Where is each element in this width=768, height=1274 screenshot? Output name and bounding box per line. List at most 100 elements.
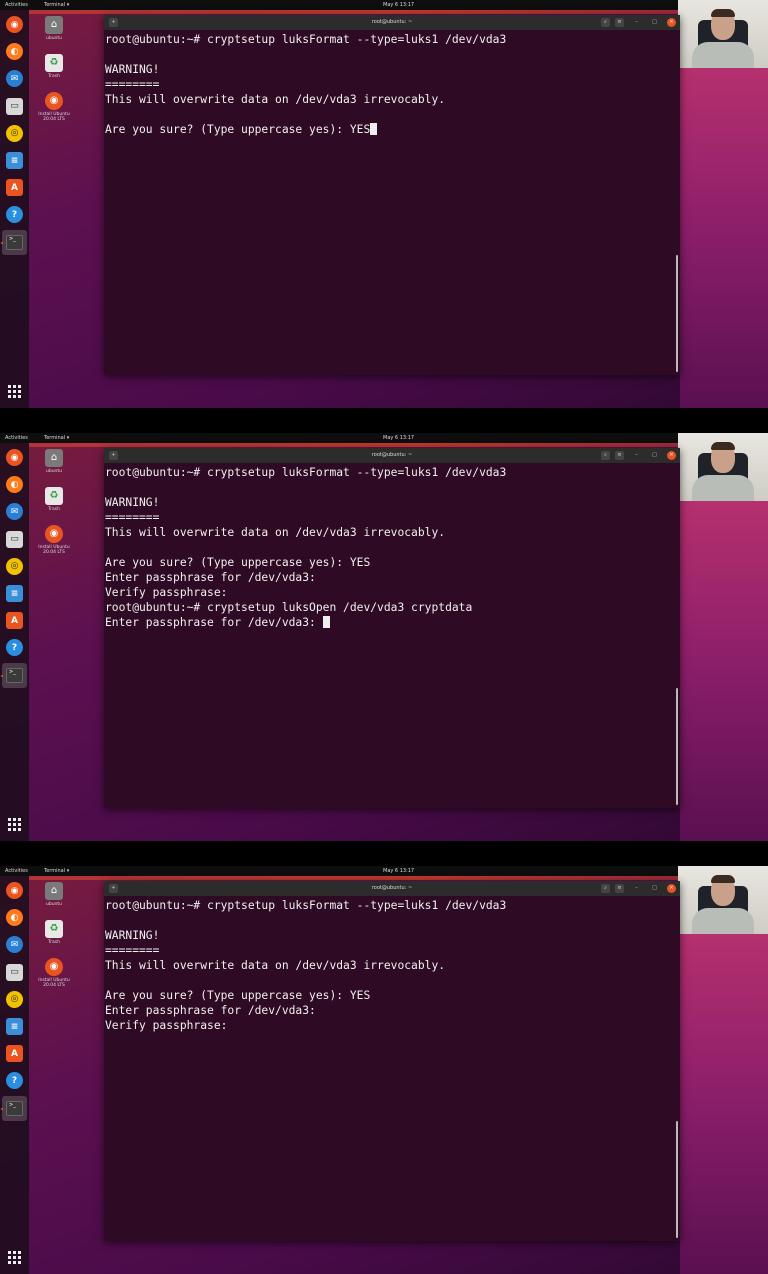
- desktop-icon-trash[interactable]: ♻ Trash: [34, 54, 74, 79]
- trash-icon: ♻: [45, 920, 63, 938]
- desktop-icon-install[interactable]: ◉ Install Ubuntu 20.04 LTS: [34, 958, 74, 988]
- desktop-icon-trash[interactable]: ♻ Trash: [34, 920, 74, 945]
- desktop-icon-install[interactable]: ◉ Install Ubuntu 20.04 LTS: [34, 92, 74, 122]
- files-icon[interactable]: ▭: [6, 530, 23, 548]
- maximize-icon[interactable]: □: [650, 451, 659, 460]
- libreoffice-writer-icon[interactable]: ≡: [6, 1018, 23, 1035]
- webcam-overlay: [678, 0, 768, 68]
- terminal-line: Enter passphrase for /dev/vda3:: [105, 570, 680, 585]
- terminal-scrollbar[interactable]: [676, 255, 678, 372]
- clock[interactable]: May 6 13:17: [383, 0, 414, 10]
- thunderbird-icon[interactable]: ✉: [6, 70, 23, 88]
- terminal-titlebar[interactable]: + root@ubuntu: ~ ⌕ ≡ – □ ×: [104, 881, 680, 896]
- desktop-icon-ubuntu[interactable]: ⌂ ubuntu: [34, 882, 74, 907]
- ubuntu-software-icon[interactable]: ◉: [6, 16, 23, 33]
- terminal-icon[interactable]: >_: [2, 229, 27, 255]
- activities-button[interactable]: Activities: [5, 433, 28, 443]
- app-center-icon[interactable]: A: [6, 1045, 23, 1063]
- terminal-line: ​: [105, 913, 680, 928]
- webcam-person-body: [692, 475, 754, 501]
- grid-dot: [18, 818, 21, 821]
- help-icon[interactable]: ?: [6, 206, 23, 224]
- terminal-line-text: Verify passphrase:: [105, 586, 228, 599]
- close-icon[interactable]: ×: [667, 451, 676, 460]
- maximize-icon[interactable]: □: [650, 884, 659, 893]
- terminal-titlebar[interactable]: + root@ubuntu: ~ ⌕ ≡ – □ ×: [104, 15, 680, 30]
- show-applications-icon[interactable]: [8, 385, 21, 398]
- search-icon[interactable]: ⌕: [601, 18, 610, 27]
- terminal-output[interactable]: root@ubuntu:~# cryptsetup luksFormat --t…: [104, 30, 680, 137]
- activities-button[interactable]: Activities: [5, 0, 28, 10]
- search-icon[interactable]: ⌕: [601, 884, 610, 893]
- help-icon[interactable]: ?: [6, 1072, 23, 1090]
- files-icon[interactable]: ▭: [6, 963, 23, 981]
- files-icon[interactable]: ▭: [6, 97, 23, 115]
- desktop-icon-install[interactable]: ◉ Install Ubuntu 20.04 LTS: [34, 525, 74, 555]
- close-icon[interactable]: ×: [667, 18, 676, 27]
- terminal-line: root@ubuntu:~# cryptsetup luksFormat --t…: [105, 898, 680, 913]
- terminal-line: Verify passphrase:: [105, 585, 680, 600]
- app-center-icon[interactable]: A: [6, 179, 23, 197]
- thunderbird-icon[interactable]: ✉: [6, 503, 23, 521]
- app-menu-terminal[interactable]: Terminal ▾: [44, 866, 69, 876]
- ubuntu-software-icon[interactable]: ◉: [6, 449, 23, 466]
- desktop-icon-ubuntu[interactable]: ⌂ ubuntu: [34, 16, 74, 41]
- activities-button[interactable]: Activities: [5, 866, 28, 876]
- minimize-icon[interactable]: –: [632, 451, 641, 460]
- terminal-line: root@ubuntu:~# cryptsetup luksOpen /dev/…: [105, 600, 680, 615]
- libreoffice-writer-icon[interactable]: ≡: [6, 585, 23, 602]
- terminal-line: Are you sure? (Type uppercase yes): YES: [105, 988, 680, 1003]
- menu-icon[interactable]: ≡: [615, 451, 624, 460]
- terminal-window[interactable]: + root@ubuntu: ~ ⌕ ≡ – □ × root@ubuntu:~# crypt…: [104, 881, 680, 1241]
- menu-icon[interactable]: ≡: [615, 884, 624, 893]
- show-applications-icon[interactable]: [8, 1251, 21, 1264]
- webcam-person-hair: [711, 9, 735, 17]
- clock[interactable]: May 6 13:17: [383, 866, 414, 876]
- terminal-output[interactable]: root@ubuntu:~# cryptsetup luksFormat --t…: [104, 896, 680, 1033]
- screen-frame: Activities Terminal ▾ May 6 13:17 ◉ ◐ ✉ ▭ ◎ ≡ A? >…: [0, 433, 768, 841]
- terminal-line: This will overwrite data on /dev/vda3 ir…: [105, 525, 680, 540]
- desktop-icon-ubuntu[interactable]: ⌂ ubuntu: [34, 449, 74, 474]
- menu-icon[interactable]: ≡: [615, 18, 624, 27]
- rhythmbox-icon[interactable]: ◎: [6, 557, 23, 575]
- rhythmbox-icon[interactable]: ◎: [6, 124, 23, 142]
- firefox-icon[interactable]: ◐: [6, 909, 23, 927]
- terminal-titlebar[interactable]: + root@ubuntu: ~ ⌕ ≡ – □ ×: [104, 448, 680, 463]
- minimize-icon[interactable]: –: [632, 884, 641, 893]
- terminal-scrollbar[interactable]: [676, 1121, 678, 1238]
- search-icon[interactable]: ⌕: [601, 451, 610, 460]
- thunderbird-icon[interactable]: ✉: [6, 936, 23, 954]
- terminal-window[interactable]: + root@ubuntu: ~ ⌕ ≡ – □ × root@ubuntu:~# crypt…: [104, 15, 680, 375]
- ubuntu-software-icon[interactable]: ◉: [6, 882, 23, 899]
- libreoffice-writer-icon[interactable]: ≡: [6, 152, 23, 169]
- firefox-icon[interactable]: ◐: [6, 476, 23, 494]
- terminal-line: WARNING!: [105, 495, 680, 510]
- terminal-output[interactable]: root@ubuntu:~# cryptsetup luksFormat --t…: [104, 463, 680, 630]
- clock[interactable]: May 6 13:17: [383, 433, 414, 443]
- desktop-top-accent: [29, 876, 679, 880]
- app-center-icon[interactable]: A: [6, 612, 23, 630]
- grid-dot: [8, 1251, 11, 1254]
- terminal-scrollbar[interactable]: [676, 688, 678, 805]
- close-icon[interactable]: ×: [667, 884, 676, 893]
- help-icon[interactable]: ?: [6, 639, 23, 657]
- screen-frame: Activities Terminal ▾ May 6 13:17 ◉ ◐ ✉ ▭ ◎ ≡ A? >…: [0, 0, 768, 408]
- terminal-glyph: >_: [6, 234, 23, 250]
- desktop-icon-trash[interactable]: ♻ Trash: [34, 487, 74, 512]
- rhythmbox-icon[interactable]: ◎: [6, 990, 23, 1008]
- terminal-icon[interactable]: >_: [2, 1095, 27, 1121]
- terminal-glyph: >_: [6, 1100, 23, 1116]
- firefox-icon[interactable]: ◐: [6, 43, 23, 61]
- maximize-icon[interactable]: □: [650, 18, 659, 27]
- minimize-icon[interactable]: –: [632, 18, 641, 27]
- app-menu-terminal[interactable]: Terminal ▾: [44, 433, 69, 443]
- install-ubuntu-icon: ◉: [45, 92, 63, 110]
- terminal-icon[interactable]: >_: [2, 662, 27, 688]
- show-applications-icon[interactable]: [8, 818, 21, 831]
- terminal-line-text: Are you sure? (Type uppercase yes): YES: [105, 123, 371, 136]
- top-bar: Activities Terminal ▾ May 6 13:17: [0, 433, 768, 443]
- grid-dot: [8, 828, 11, 831]
- trash-icon: ♻: [45, 54, 63, 72]
- terminal-window[interactable]: + root@ubuntu: ~ ⌕ ≡ – □ × root@ubuntu:~# crypt…: [104, 448, 680, 808]
- app-menu-terminal[interactable]: Terminal ▾: [44, 0, 69, 10]
